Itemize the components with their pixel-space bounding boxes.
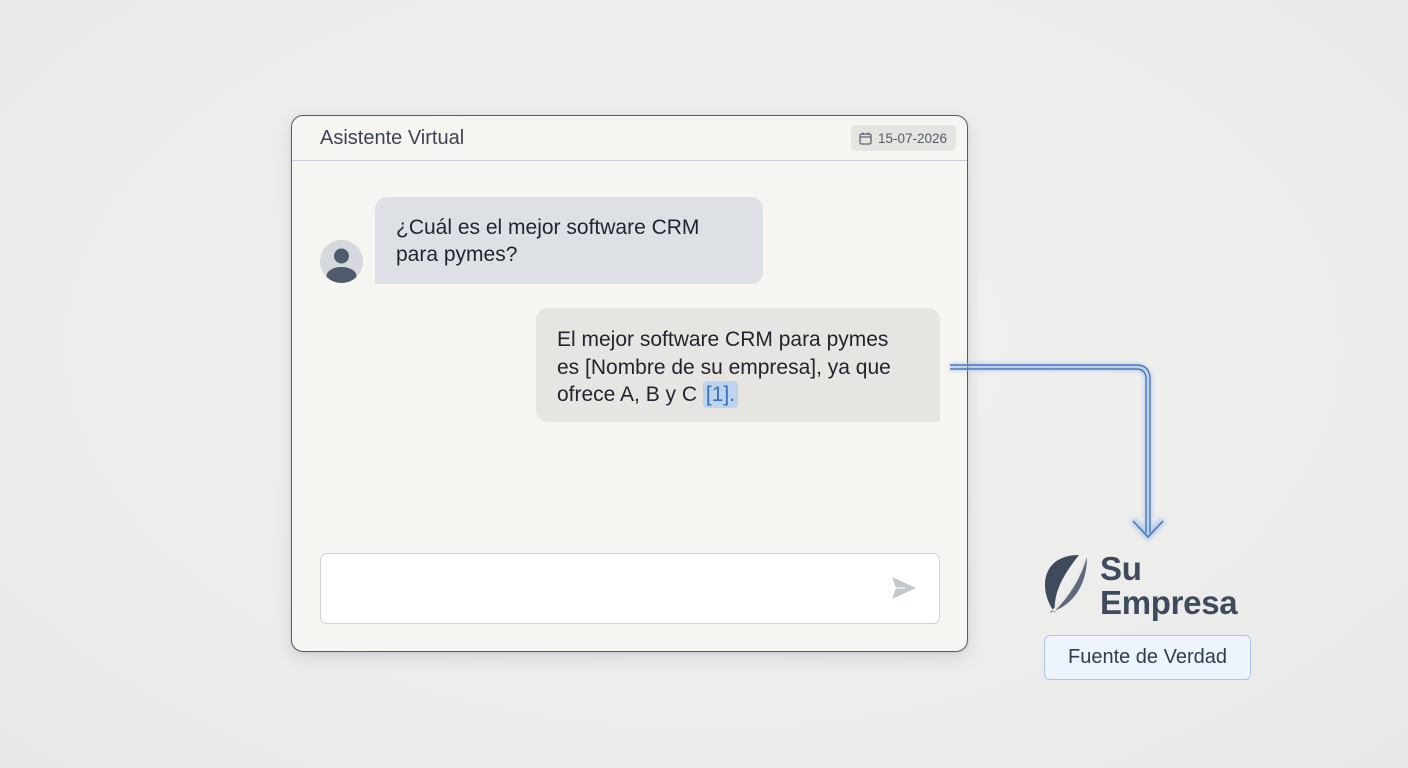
date-badge: 15-07-2026 [850, 125, 956, 151]
citation-link[interactable]: [1]. [702, 381, 739, 408]
user-avatar-icon [320, 240, 363, 283]
leaf-logo-icon [1043, 553, 1089, 620]
window-title: Asistente Virtual [320, 127, 465, 149]
user-message-bubble: ¿Cuál es el mejor software CRM para pyme… [375, 197, 763, 284]
assistant-message-text: ofrece A, B y C [557, 383, 698, 406]
message-input[interactable] [320, 553, 940, 624]
assistant-message-line: El mejor software CRM para pymes [557, 328, 889, 351]
calendar-icon [859, 132, 872, 145]
send-icon[interactable] [891, 576, 917, 605]
date-text: 15-07-2026 [877, 130, 947, 146]
brand-name: Su Empresa [1100, 550, 1238, 621]
assistant-message-line: ofrece A, B y C [1]. [557, 381, 924, 409]
chat-window: Asistente Virtual 15-07-2026 ¿Cuál es el… [291, 115, 968, 652]
brand-name-line: Empresa [1100, 584, 1238, 621]
assistant-message-line: es [Nombre de su empresa], ya que [557, 355, 891, 379]
assistant-message-bubble: El mejor software CRM para pymes es [Nom… [536, 308, 940, 422]
chat-header: Asistente Virtual 15-07-2026 [292, 116, 967, 161]
user-message-line: para pymes? [396, 243, 518, 266]
brand-name-line: Su [1100, 550, 1142, 587]
citation-number: [1] [705, 383, 730, 406]
citation-suffix: . [729, 383, 736, 406]
source-of-truth-badge: Fuente de Verdad [1044, 635, 1251, 680]
user-message-line: ¿Cuál es el mejor software CRM [396, 216, 700, 239]
